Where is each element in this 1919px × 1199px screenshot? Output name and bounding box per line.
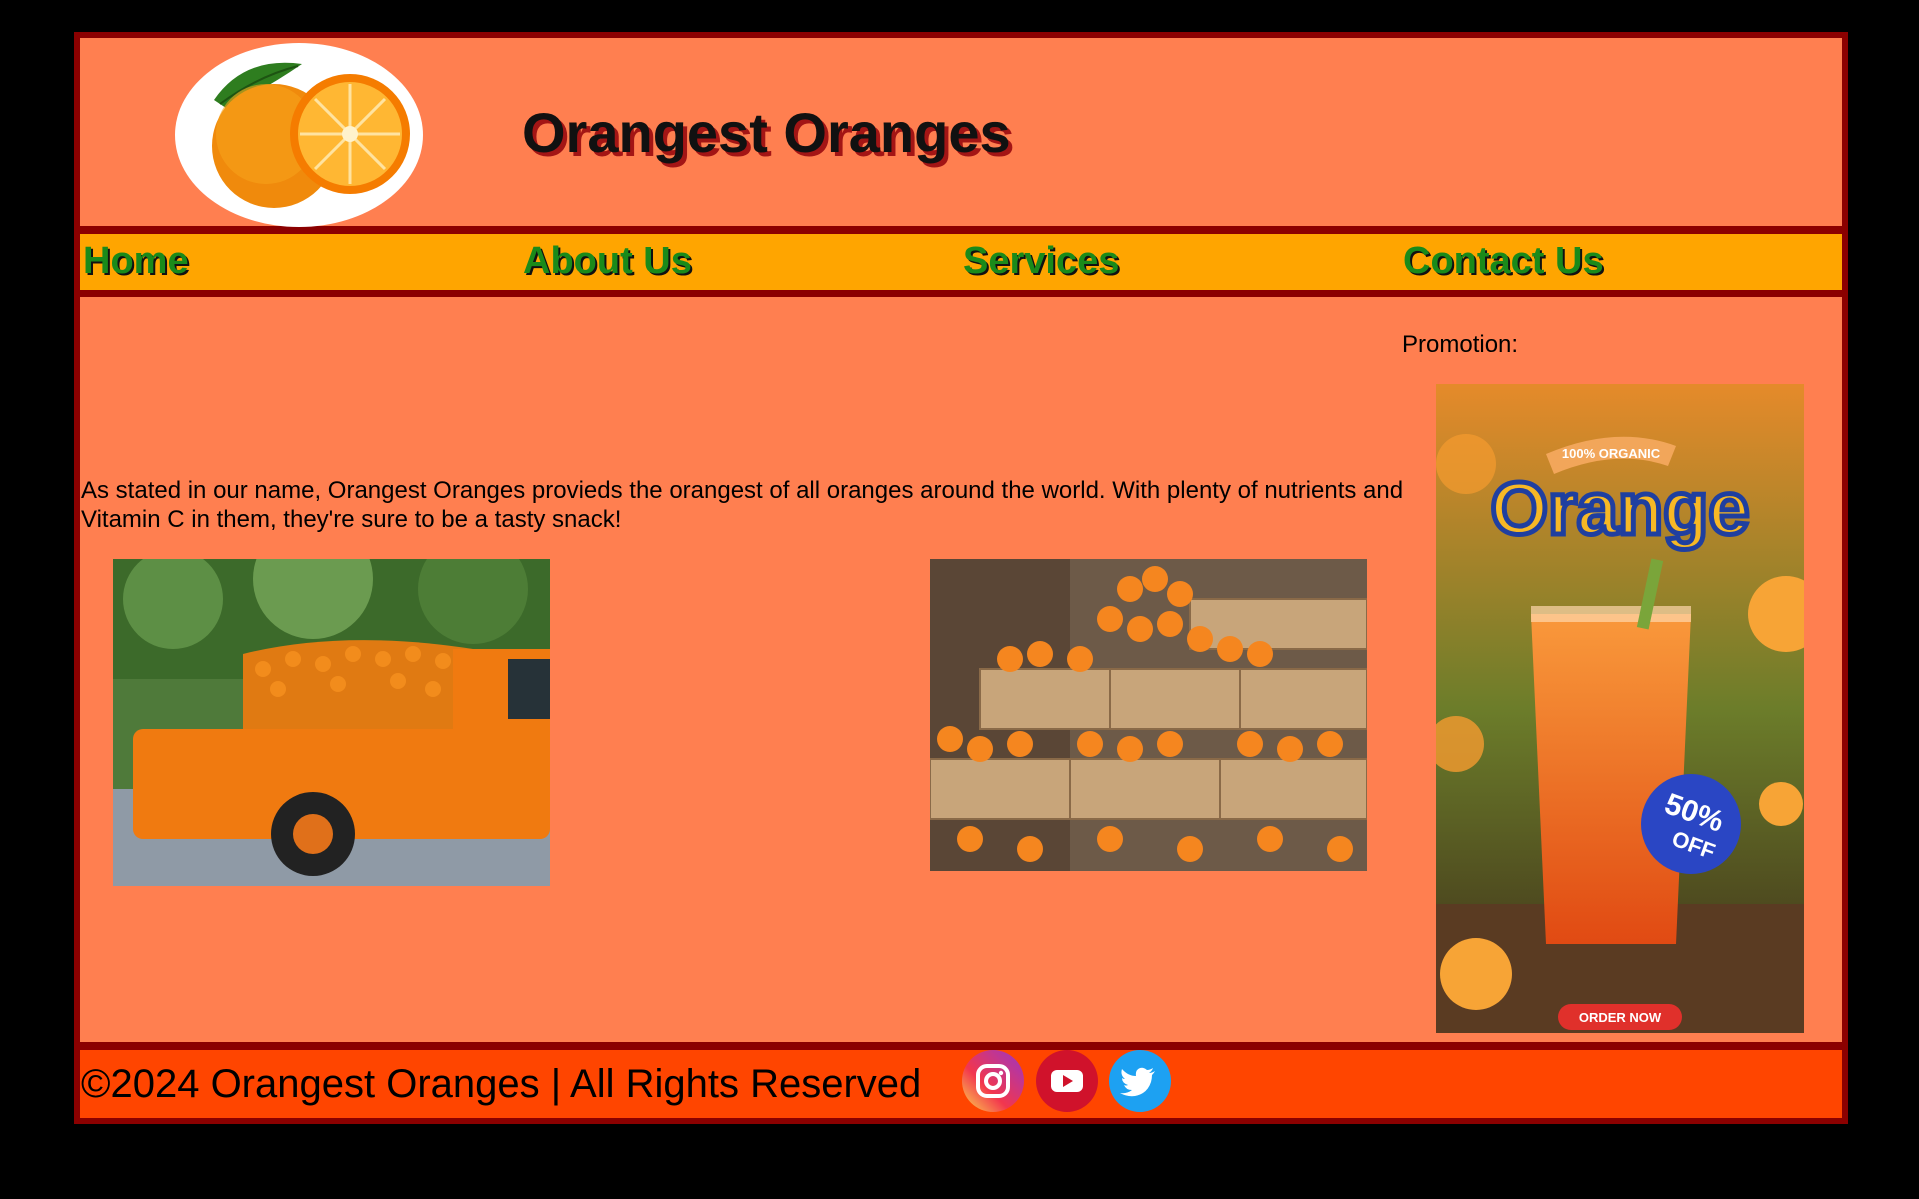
site-header: Orangest Oranges [80, 38, 1842, 227]
copyright-text: ©2024 Orangest Oranges | All Rights Rese… [81, 1062, 922, 1106]
promotion-label: Promotion: [1402, 331, 1519, 358]
main-nav: Home About Us Services Contact Us [80, 234, 1842, 290]
promo-order-now: ORDER NOW [1579, 1010, 1662, 1025]
main-content: As stated in our name, Orangest Oranges … [80, 297, 1842, 1042]
orange-logo [175, 43, 423, 227]
promotion-ad[interactable]: 100% ORGANIC Orange 50% OFF ORDER NOW [1436, 384, 1804, 1033]
intro-paragraph: As stated in our name, Orangest Oranges … [81, 477, 1404, 533]
instagram-icon[interactable] [962, 1050, 1024, 1112]
youtube-icon[interactable] [1036, 1050, 1098, 1112]
orange-crates-photo [930, 559, 1367, 871]
site-footer: ©2024 Orangest Oranges | All Rights Rese… [80, 1050, 1842, 1118]
orange-truck-photo [113, 559, 550, 886]
site-title: Orangest Oranges [522, 101, 1011, 164]
twitter-icon[interactable] [1109, 1050, 1171, 1112]
promo-headline: Orange [1490, 467, 1749, 550]
nav-item-services[interactable]: Services [963, 240, 1119, 283]
nav-item-about-us[interactable]: About Us [523, 240, 692, 283]
nav-item-contact-us[interactable]: Contact Us [1403, 240, 1604, 283]
nav-item-home[interactable]: Home [83, 240, 189, 283]
promo-badge-top: 100% ORGANIC [1562, 446, 1661, 461]
